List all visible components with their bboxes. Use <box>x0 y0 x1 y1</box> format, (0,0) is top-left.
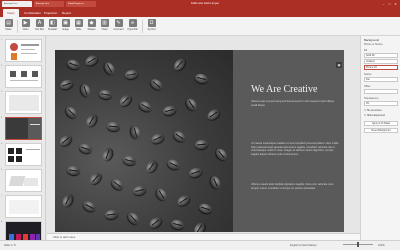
slide-intro-text[interactable]: Ultrices eras cup jusmsing and luctus au… <box>251 100 339 107</box>
table-icon: ▦ <box>74 19 83 27</box>
slide-thumbnail[interactable] <box>5 143 42 166</box>
minimize-icon[interactable]: – <box>381 2 386 6</box>
text-panel <box>233 50 344 232</box>
table-label: Table <box>75 28 82 31</box>
tile-checkbox-label: Tile as texture <box>366 109 382 112</box>
comment-icon: ✎ <box>114 19 123 27</box>
chart-icon: ▥ <box>100 19 109 27</box>
slide-thumbnail[interactable] <box>5 39 42 62</box>
language-indicator[interactable]: English (United States) <box>290 244 317 247</box>
status-bar: Slide 1 / 8 English (United States) 100% <box>0 240 400 250</box>
table-button[interactable]: ▦ Table <box>72 19 85 34</box>
thumbnail-number: 3 <box>1 91 3 93</box>
hide-background-label: Hide background <box>366 114 385 117</box>
thumbnail-number: 6 <box>1 169 3 171</box>
chart-label: Chart <box>101 28 108 31</box>
slide-counter: Slide 1 / 8 <box>4 244 16 247</box>
comment-button[interactable]: ✎ Comment <box>112 19 125 34</box>
properties-panel: Background Picture or Texture Fill Solid… <box>360 36 400 240</box>
slide-thumbnail[interactable] <box>5 91 42 114</box>
window-title: Keble was Catom.ki geo <box>191 2 219 5</box>
hyperlink-button[interactable]: ∞ Hyperlink <box>126 19 139 34</box>
source-select[interactable]: File <box>364 77 398 82</box>
fill-option-solid[interactable]: Solid Fill <box>364 53 398 58</box>
textbox-label: Text Box <box>34 28 45 31</box>
shapes-icon: ◆ <box>87 19 96 27</box>
coffee-beans-photo <box>55 50 233 232</box>
panel-subtitle: Picture or Texture <box>364 43 383 46</box>
transparency-input[interactable]: 0% <box>364 101 398 106</box>
thumbnail-number: 4 <box>1 117 3 119</box>
fill-label: Fill <box>364 49 368 52</box>
zoom-slider-handle[interactable] <box>357 242 359 247</box>
hyperlink-icon: ∞ <box>128 19 137 27</box>
slide-canvas-area: We Are Creative Ultrices eras cup jusmsi… <box>47 36 360 240</box>
panel-title: Background <box>364 38 379 42</box>
image-label: Image <box>62 28 69 31</box>
textbox-button[interactable]: A Text Box <box>33 19 46 34</box>
image-button[interactable]: ▣ Image <box>59 19 72 34</box>
paste-icon: ▤ <box>4 19 13 27</box>
slide-thumbnail[interactable] <box>5 195 42 218</box>
paste-button[interactable]: ▤ Paste <box>2 19 15 34</box>
slide-thumbnails-panel[interactable]: 1 2 3 4 5 6 7 8 <box>0 36 46 244</box>
offset-label: Offset <box>364 85 371 88</box>
offset-input[interactable] <box>364 89 398 94</box>
video-button[interactable]: ▶ Video <box>19 19 32 34</box>
transparency-label: Transparency <box>364 97 379 100</box>
layout-options-icon[interactable]: ▦ <box>336 62 342 68</box>
smartart-button[interactable]: ◧ Smartart <box>46 19 59 34</box>
document-tab[interactable]: Anteorpo Jonn <box>34 1 64 7</box>
notes-placeholder: Click to add notes <box>53 235 76 239</box>
video-icon: ▶ <box>21 19 30 27</box>
thumbnail-number: 2 <box>1 65 3 67</box>
video-label: Video <box>22 28 29 31</box>
ribbon-divider <box>17 20 18 33</box>
slide-thumbnail[interactable] <box>5 65 42 88</box>
document-tab[interactable]: Anteorpo Docs <box>2 1 32 7</box>
tile-checkbox[interactable]: ☐ Tile as texture <box>364 109 382 112</box>
thumbnail-number: 5 <box>1 143 3 145</box>
slide-body-text-2[interactable]: Ultrices mauris dolor facilisis dignissi… <box>251 183 339 190</box>
symbol-icon: Ω <box>147 19 156 27</box>
symbol-button[interactable]: Ω Symbol <box>145 19 158 34</box>
reset-background-button[interactable]: Reset Background <box>364 128 398 133</box>
ribbon-divider <box>142 20 143 33</box>
menu-tab-report[interactable]: Report <box>58 9 75 17</box>
smartart-label: Smartart <box>47 28 58 31</box>
presentation-app: Anteorpo Docs Anteorpo Jonn Rubelli Rege… <box>0 0 400 250</box>
apply-all-button[interactable]: Apply to All Slides <box>364 121 398 126</box>
source-label: Source <box>364 73 372 76</box>
slide-thumbnail[interactable] <box>5 169 42 192</box>
close-icon[interactable]: ✕ <box>393 2 398 6</box>
thumbnail-number: 1 <box>1 39 3 41</box>
notes-pane[interactable]: Click to add notes <box>47 233 360 240</box>
thumbnail-number: 8 <box>1 221 3 223</box>
comment-label: Comment <box>113 28 124 31</box>
shapes-label: Shapes <box>87 28 96 31</box>
ribbon-toolbar: ▤ Paste ▶ Video A Text Box ◧ Smartart ▣ … <box>0 17 400 36</box>
slide-headline[interactable]: We Are Creative <box>251 84 341 95</box>
menu-tab-insert[interactable]: Insert <box>3 9 19 17</box>
image-icon: ▣ <box>61 19 70 27</box>
document-tab[interactable]: Rubelli Regelt uni <box>66 1 96 7</box>
hide-background-checkbox[interactable]: ☐ Hide background <box>364 114 385 117</box>
chart-button[interactable]: ▥ Chart <box>98 19 111 34</box>
menu-bar: Insert Combination Projection Report <box>0 8 400 17</box>
paste-label: Paste <box>5 28 12 31</box>
symbol-label: Symbol <box>147 28 156 31</box>
zoom-level[interactable]: 100% <box>378 244 385 247</box>
thumbnail-number: 7 <box>1 195 3 197</box>
hyperlink-label: Hyperlink <box>127 28 138 31</box>
slide-thumbnail-selected[interactable] <box>5 117 42 140</box>
fill-option-gradient[interactable]: Gradient <box>364 59 398 64</box>
title-bar: Anteorpo Docs Anteorpo Jonn Rubelli Rege… <box>0 0 400 8</box>
slide-canvas[interactable]: We Are Creative Ultrices eras cup jusmsi… <box>55 50 344 232</box>
smartart-icon: ◧ <box>48 19 57 27</box>
maximize-icon[interactable]: □ <box>387 2 392 6</box>
shapes-button[interactable]: ◆ Shapes <box>85 19 98 34</box>
slide-body-text[interactable]: Ut mauris scelerisque sodales et nunc he… <box>251 142 339 156</box>
fill-option-picture[interactable]: Picture Fill <box>364 65 398 70</box>
textbox-icon: A <box>35 19 44 27</box>
